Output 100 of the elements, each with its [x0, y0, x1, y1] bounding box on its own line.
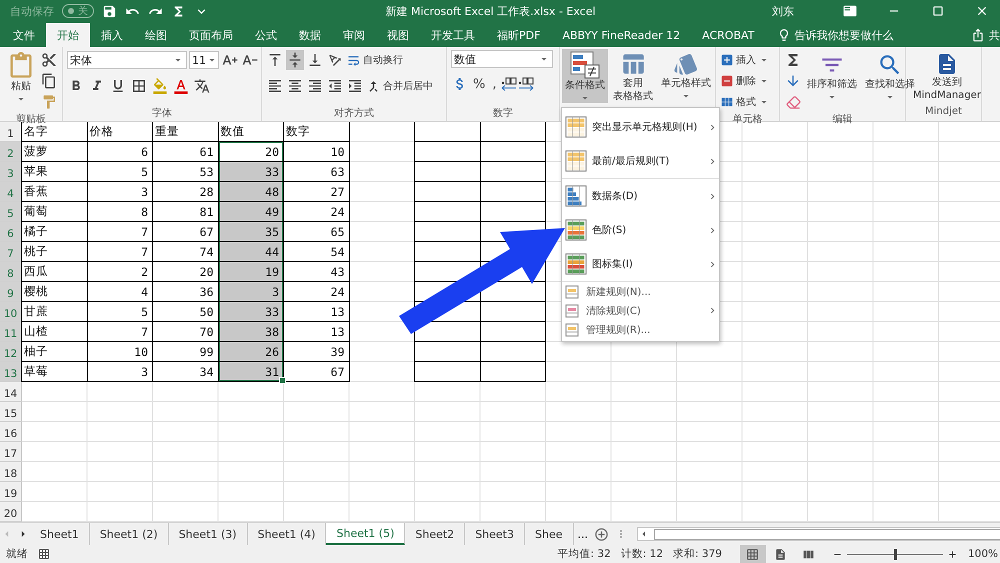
table-cell: 27	[284, 182, 350, 202]
ribbon-tab[interactable]: ACROBAT	[691, 23, 766, 47]
table-cell: 10	[88, 342, 153, 362]
normal-view-icon[interactable]	[740, 545, 766, 563]
fill-handle[interactable]	[279, 377, 286, 384]
percent-button[interactable]: %	[470, 76, 488, 92]
ribbon-tab[interactable]: 绘图	[134, 23, 178, 47]
row-header: 2	[0, 142, 22, 162]
vertical-align-icon[interactable]	[286, 50, 304, 70]
row-header: 10	[0, 302, 22, 322]
ribbon-tab[interactable]: 视图	[376, 23, 420, 47]
ribbon-tab[interactable]: 开始	[46, 23, 90, 47]
row-header: 13	[0, 362, 22, 382]
zoom-in-icon[interactable]	[946, 548, 958, 560]
sort-filter-button[interactable]: 排序和筛选	[804, 50, 860, 105]
add-sheet-icon[interactable]	[594, 526, 609, 542]
paste-button[interactable]: 粘贴	[4, 50, 38, 107]
table-cell: 樱桃	[22, 282, 88, 302]
conditional-format-button[interactable]: 条件格式	[562, 49, 608, 103]
ribbon-tab[interactable]: 审阅	[332, 23, 376, 47]
row-header: 16	[0, 422, 22, 442]
menu-item[interactable]: 最前/最后规则(T)	[562, 144, 719, 178]
ribbon-tab[interactable]: 公式	[244, 23, 288, 47]
table-cell: 31	[218, 362, 284, 382]
row-header: 18	[0, 462, 22, 482]
conditional-format-icon	[570, 51, 600, 79]
row-header: 20	[0, 502, 22, 522]
table-cell: 3	[88, 182, 153, 202]
save-icon[interactable]	[102, 4, 117, 18]
row-header: 1	[0, 122, 22, 142]
table-cell: 4	[88, 282, 153, 302]
group-label: 字体	[151, 106, 173, 121]
table-cell: 61	[153, 142, 218, 162]
insert-cells-button[interactable]: 插入	[720, 50, 770, 70]
top-bottom-icon	[565, 150, 587, 172]
comma-button[interactable]: ,	[489, 76, 500, 92]
copy-icon[interactable]	[40, 71, 58, 91]
empty-cell	[415, 122, 480, 142]
wrap-text-button[interactable]: 自动换行	[346, 50, 403, 70]
number-format-field[interactable]: 数值	[451, 50, 553, 68]
table-cell: 香蕉	[22, 182, 88, 202]
table-cell: 24	[284, 202, 350, 222]
font-name-field[interactable]: 宋体	[67, 51, 187, 69]
menu-item[interactable]: 色阶(S)	[562, 213, 719, 247]
row-header: 15	[0, 402, 22, 422]
autosave-label: 自动保存	[10, 4, 54, 18]
more-tabs-button[interactable]: ...	[578, 528, 588, 540]
table-cell: 5	[88, 162, 153, 182]
zoom-level[interactable]: 100%	[968, 548, 1000, 560]
table-cell: 67	[284, 362, 350, 382]
macro-icon[interactable]	[38, 548, 50, 560]
table-cell: 13	[284, 302, 350, 322]
cell-styles-button[interactable]: 单元格样式	[658, 49, 714, 104]
user-name: 刘东	[772, 4, 794, 18]
fill-color-icon[interactable]	[151, 76, 169, 96]
share-icon[interactable]	[971, 28, 985, 42]
ribbon-tab[interactable]: 文件	[2, 23, 46, 47]
share-button[interactable]: 共	[989, 28, 1000, 42]
menu-item[interactable]: 新建规则(N)...	[562, 282, 719, 301]
ribbon-tab[interactable]: 开发工具	[420, 23, 486, 47]
empty-cell	[415, 362, 480, 382]
empty-cell	[480, 342, 546, 362]
merge-center-button[interactable]: 合并后居中	[366, 76, 433, 96]
table-cell: 8	[88, 202, 153, 222]
table-cell: 33	[218, 302, 284, 322]
format-cells-button[interactable]: 格式	[720, 92, 770, 112]
empty-cell	[480, 202, 546, 222]
menu-item[interactable]: 数据条(D)	[562, 179, 719, 213]
group-label: 对齐方式	[333, 106, 375, 121]
format-as-table-button[interactable]: 套用 表格格式	[610, 49, 656, 105]
scroll-thumb[interactable]	[654, 528, 1000, 540]
empty-cell	[480, 142, 546, 162]
insert-icon	[720, 53, 734, 67]
row-header: 19	[0, 482, 22, 502]
ribbon-tab[interactable]: 页面布局	[178, 23, 244, 47]
menu-item[interactable]: 突出显示单元格规则(H)	[562, 110, 719, 144]
tell-me-field[interactable]: 告诉我你想要做什么	[794, 28, 894, 42]
ribbon-tab[interactable]: 插入	[90, 23, 134, 47]
table-cell: 3	[88, 362, 153, 382]
horizontal-scrollbar[interactable]	[637, 527, 1000, 541]
delete-cells-button[interactable]: 删除	[720, 71, 770, 91]
row-header: 9	[0, 282, 22, 302]
row-header: 17	[0, 442, 22, 462]
font-size-field[interactable]: 11	[189, 51, 219, 69]
ribbon-tab[interactable]: ABBYY FineReader 12	[551, 23, 692, 47]
sheet-tab[interactable]: Sheet1 (5)	[326, 523, 406, 545]
zoom-thumb[interactable]	[894, 548, 897, 560]
ribbon-tab[interactable]: 福昕PDF	[486, 23, 552, 47]
table-cell: 柚子	[22, 342, 88, 362]
table-cell: 草莓	[22, 362, 88, 382]
ribbon-tab[interactable]: 数据	[288, 23, 332, 47]
row-header: 12	[0, 342, 22, 362]
table-cell: 6	[88, 142, 153, 162]
menu-item[interactable]: 清除规则(C)	[562, 301, 719, 320]
menu-item[interactable]: 管理规则(R)...	[562, 320, 719, 339]
menu-item[interactable]: 图标集(I)	[562, 247, 719, 281]
table-cell: 54	[284, 242, 350, 262]
table-cell: 7	[88, 322, 153, 342]
row-header: 14	[0, 382, 22, 402]
table-cell: 33	[218, 162, 284, 182]
